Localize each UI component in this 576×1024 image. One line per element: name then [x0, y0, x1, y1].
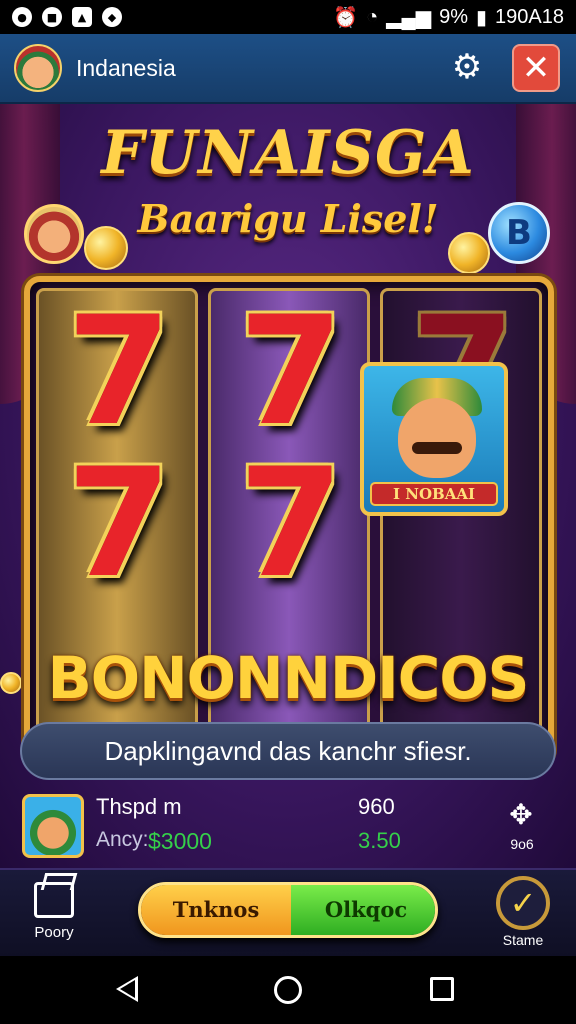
coin-icon	[448, 232, 490, 274]
nav-right-button[interactable]: ✓ Stame	[490, 876, 556, 948]
stat-value: 960	[358, 794, 395, 819]
avatar[interactable]	[14, 44, 62, 92]
status-bar: ● ■ ▲ ◆ ⏰ ◔ ▂▄▆ 9% ▮ 190A18	[0, 0, 576, 34]
notification-icon: ●	[12, 7, 32, 27]
bottom-bar: Poory Tnknos Olkqoc ✓ Stame	[0, 868, 576, 956]
check-icon: ✓	[496, 876, 550, 930]
game-title: FUNAISGA	[101, 118, 475, 188]
character-face	[398, 398, 476, 478]
hero-token-icon	[24, 204, 84, 264]
clock: 190A18	[495, 5, 564, 28]
nav-right-label: Stame	[502, 932, 544, 948]
coin-icon	[84, 226, 128, 270]
battery-icon: ▮	[476, 6, 488, 29]
move-icon[interactable]: ✥	[504, 798, 538, 832]
app-header: Indanesia ⚙ ✕	[0, 34, 576, 104]
seven-symbol: 7	[238, 437, 344, 611]
amount-value: $3000	[148, 828, 212, 854]
seven-symbol: 7	[66, 285, 172, 459]
alarm-icon: ⏰	[333, 6, 359, 29]
seven-symbol: 7	[238, 285, 344, 459]
home-icon[interactable]	[274, 976, 302, 1004]
seven-symbol: 7	[66, 437, 172, 611]
b-token-icon: B	[488, 202, 550, 264]
back-icon[interactable]	[116, 976, 138, 1002]
player-info-row: Thspd m Ancy: $3000 960 3.50 ✥ 9o6	[20, 788, 560, 864]
battery-text: 9%	[439, 5, 469, 28]
action-left-button[interactable]: Tnknos	[141, 885, 291, 935]
nav-left-button[interactable]: Poory	[22, 882, 86, 941]
system-status: ⏰ ◔ ▂▄▆ 9% ▮ 190A18	[333, 5, 564, 30]
app-title: Indanesia	[76, 54, 176, 81]
clipboard-icon	[34, 882, 74, 918]
game-area: FUNAISGA Baarigu Lisel! B 7 7 7 7 7 I NO…	[0, 104, 576, 868]
wifi-icon: ◔	[366, 5, 379, 28]
nav-left-label: Poory	[34, 924, 74, 941]
action-right-button[interactable]: Olkqoc	[291, 885, 435, 935]
bonus-banner: BONONNDICOS	[47, 644, 530, 712]
character-symbol: I NOBAAI	[360, 362, 508, 516]
action-bar: Tnknos Olkqoc	[138, 882, 438, 938]
move-label: 9o6	[510, 836, 534, 852]
image-notification-icon: ▲	[72, 7, 92, 27]
character-label: I NOBAAI	[370, 482, 498, 506]
notification-icon: ◆	[102, 7, 122, 27]
close-button[interactable]: ✕	[512, 44, 560, 92]
signal-icon: ▂▄▆	[386, 6, 432, 29]
mustache-shape	[412, 442, 462, 454]
notification-icon: ■	[42, 7, 62, 27]
player-thumbnail[interactable]	[22, 794, 84, 858]
close-icon: ✕	[521, 48, 551, 88]
amount-label: Ancy:	[96, 828, 149, 851]
stat-value-green: 3.50	[358, 828, 401, 853]
recent-apps-icon[interactable]	[430, 977, 454, 1001]
gear-icon[interactable]: ⚙	[448, 48, 486, 86]
notification-icons: ● ■ ▲ ◆	[12, 7, 122, 27]
message-banner[interactable]: Dapklingavnd das kanchr sfiesr.	[20, 722, 556, 780]
player-name: Thspd m	[96, 794, 182, 819]
system-navigation-bar	[0, 956, 576, 1024]
